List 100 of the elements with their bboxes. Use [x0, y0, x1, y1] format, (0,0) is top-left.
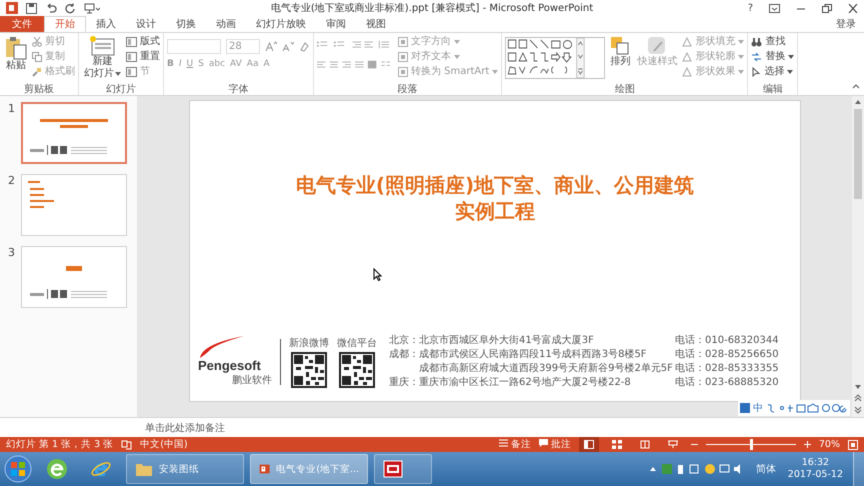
clipboard-button[interactable]: 复制 — [32, 50, 75, 63]
ribbon-tab[interactable]: 审阅 — [316, 16, 356, 32]
previous-slide-icon[interactable] — [854, 394, 862, 402]
editing-button[interactable]: 替换 — [751, 50, 794, 63]
sign-in-link[interactable]: 登录 — [836, 17, 856, 31]
office-phone: 电话：028-85333355 — [675, 362, 779, 375]
font-format-button[interactable]: S — [198, 59, 204, 69]
slideshow-icon[interactable] — [84, 2, 100, 14]
undo-icon[interactable] — [45, 2, 57, 14]
clipboard-button[interactable]: 格式刷 — [32, 65, 75, 78]
save-icon[interactable] — [26, 2, 37, 14]
group-label: 幻灯片 — [105, 82, 137, 95]
paragraph-option-button[interactable]: 转换为 SmartArt — [398, 65, 498, 78]
font-format-button[interactable]: A — [263, 59, 270, 69]
slide-option-button[interactable]: 节 — [126, 65, 160, 78]
caret-icon — [787, 70, 794, 74]
font-format-button[interactable]: abc — [208, 59, 226, 69]
taskbar-button[interactable]: 电气专业(地下室... — [250, 454, 368, 484]
logo-name: Pengesoft — [198, 358, 261, 373]
font-format-button[interactable]: B — [167, 59, 174, 69]
font-format-button[interactable]: AV — [230, 59, 242, 69]
taskbar-button[interactable]: 安装图纸 — [126, 454, 244, 484]
ribbon-tab[interactable]: 动画 — [206, 16, 246, 32]
show-desktop-button[interactable] — [853, 452, 864, 486]
clear-format-icon[interactable] — [299, 41, 310, 52]
ribbon-tab[interactable]: 视图 — [356, 16, 396, 32]
view-button[interactable] — [578, 437, 599, 452]
zoom-level[interactable]: 70% — [818, 439, 840, 450]
start-orb-icon[interactable] — [4, 455, 32, 483]
ribbon-display-icon[interactable] — [769, 4, 780, 12]
scroll-down-icon[interactable] — [854, 384, 862, 390]
clock-date[interactable]: 2017-05-12 — [788, 469, 843, 481]
office-city: 成都： — [389, 349, 419, 360]
qr-label: 微信平台 — [337, 336, 377, 350]
zoom-slider[interactable] — [750, 439, 753, 450]
fit-slide-icon[interactable] — [848, 440, 858, 450]
comments-button[interactable]: 批注 — [538, 438, 571, 451]
slide-option-button[interactable]: 版式 — [126, 35, 160, 48]
notes-placeholder[interactable]: 单击此处添加备注 — [145, 420, 225, 434]
slide-thumbnail[interactable] — [21, 174, 127, 236]
shape-format-button[interactable]: 形状轮廓 — [682, 50, 744, 63]
office-phone: 电话：028-85256650 — [675, 348, 779, 361]
arrange-icon — [610, 36, 630, 56]
grow-font-icon[interactable] — [265, 41, 277, 52]
next-slide-icon[interactable] — [854, 406, 862, 414]
projector-view-icon — [668, 440, 678, 449]
restore-icon[interactable] — [822, 4, 832, 12]
scroll-up-icon[interactable] — [854, 99, 862, 105]
group-label: 绘图 — [614, 83, 636, 95]
font-format-button[interactable]: U — [186, 59, 194, 69]
ribbon-tab[interactable]: 文件 — [0, 16, 44, 32]
shapes-gallery[interactable] — [505, 37, 606, 79]
input-language[interactable]: 简体 — [756, 462, 776, 476]
new-slide-button[interactable]: 新建 幻灯片 — [82, 35, 123, 81]
spelling-icon[interactable] — [121, 440, 132, 450]
office-address: 成都市高新区府城大道西段399号天府新谷9号楼2单元5F — [419, 362, 674, 375]
language-status[interactable]: 中文(中国) — [140, 438, 188, 451]
ribbon-tab[interactable]: 插入 — [86, 16, 126, 32]
ribbon-tab[interactable]: 开始 — [44, 16, 86, 32]
ribbon-tab[interactable]: 设计 — [126, 16, 166, 32]
editing-button[interactable]: 查找 — [751, 35, 794, 48]
copy-icon — [32, 52, 42, 62]
close-icon[interactable] — [848, 4, 858, 12]
paragraph-option-button[interactable]: 对齐文本 — [398, 50, 498, 63]
zoom-in-icon[interactable] — [804, 441, 811, 448]
clock-time[interactable]: 16:32 — [802, 457, 830, 469]
font-format-button[interactable]: Aa — [246, 59, 258, 69]
grid-view-icon — [612, 440, 622, 449]
collapse-ribbon-icon[interactable] — [852, 83, 860, 89]
slide-option-button[interactable]: 重置 — [126, 50, 160, 63]
zoom-out-icon[interactable] — [690, 441, 698, 448]
quick-styles-button[interactable]: 快速样式 — [635, 35, 680, 69]
shape-format-button[interactable]: 形状填充 — [682, 35, 744, 48]
font-format-button[interactable]: I — [178, 59, 182, 69]
font-name-field[interactable] — [167, 39, 221, 54]
paste-button[interactable]: 粘贴 — [3, 35, 29, 73]
arrange-button[interactable]: 排列 — [608, 35, 632, 69]
book-view-icon — [640, 440, 650, 449]
globe-e-icon[interactable] — [46, 458, 68, 480]
shrink-font-icon[interactable] — [282, 41, 294, 52]
clipboard-button[interactable]: 剪切 — [32, 35, 75, 48]
binoculars-icon — [751, 36, 762, 46]
editing-button[interactable]: 选择 — [751, 65, 794, 78]
redo-icon[interactable] — [65, 2, 76, 14]
ime-mode-toggle[interactable]: 中 — [753, 401, 763, 415]
mouse-cursor-icon — [373, 268, 382, 281]
notes-button[interactable]: 备注 — [498, 438, 531, 451]
scrollbar-thumb[interactable] — [854, 109, 862, 199]
ribbon-tab[interactable]: 幻灯片放映 — [246, 16, 316, 32]
swoosh-logo-icon — [198, 336, 244, 358]
shape-format-button[interactable]: 形状效果 — [682, 65, 744, 78]
ribbon-tab[interactable]: 切换 — [166, 16, 206, 32]
replace-icon — [751, 52, 762, 62]
qr-label: 新浪微博 — [289, 336, 329, 350]
help-button[interactable]: ? — [748, 2, 753, 14]
font-size-field[interactable]: 28 — [226, 39, 260, 54]
taskbar-button[interactable] — [374, 454, 432, 484]
ime-tools-icons[interactable] — [766, 402, 848, 414]
clipboard-icon — [5, 36, 27, 60]
paragraph-option-button[interactable]: 文字方向 — [398, 35, 498, 48]
